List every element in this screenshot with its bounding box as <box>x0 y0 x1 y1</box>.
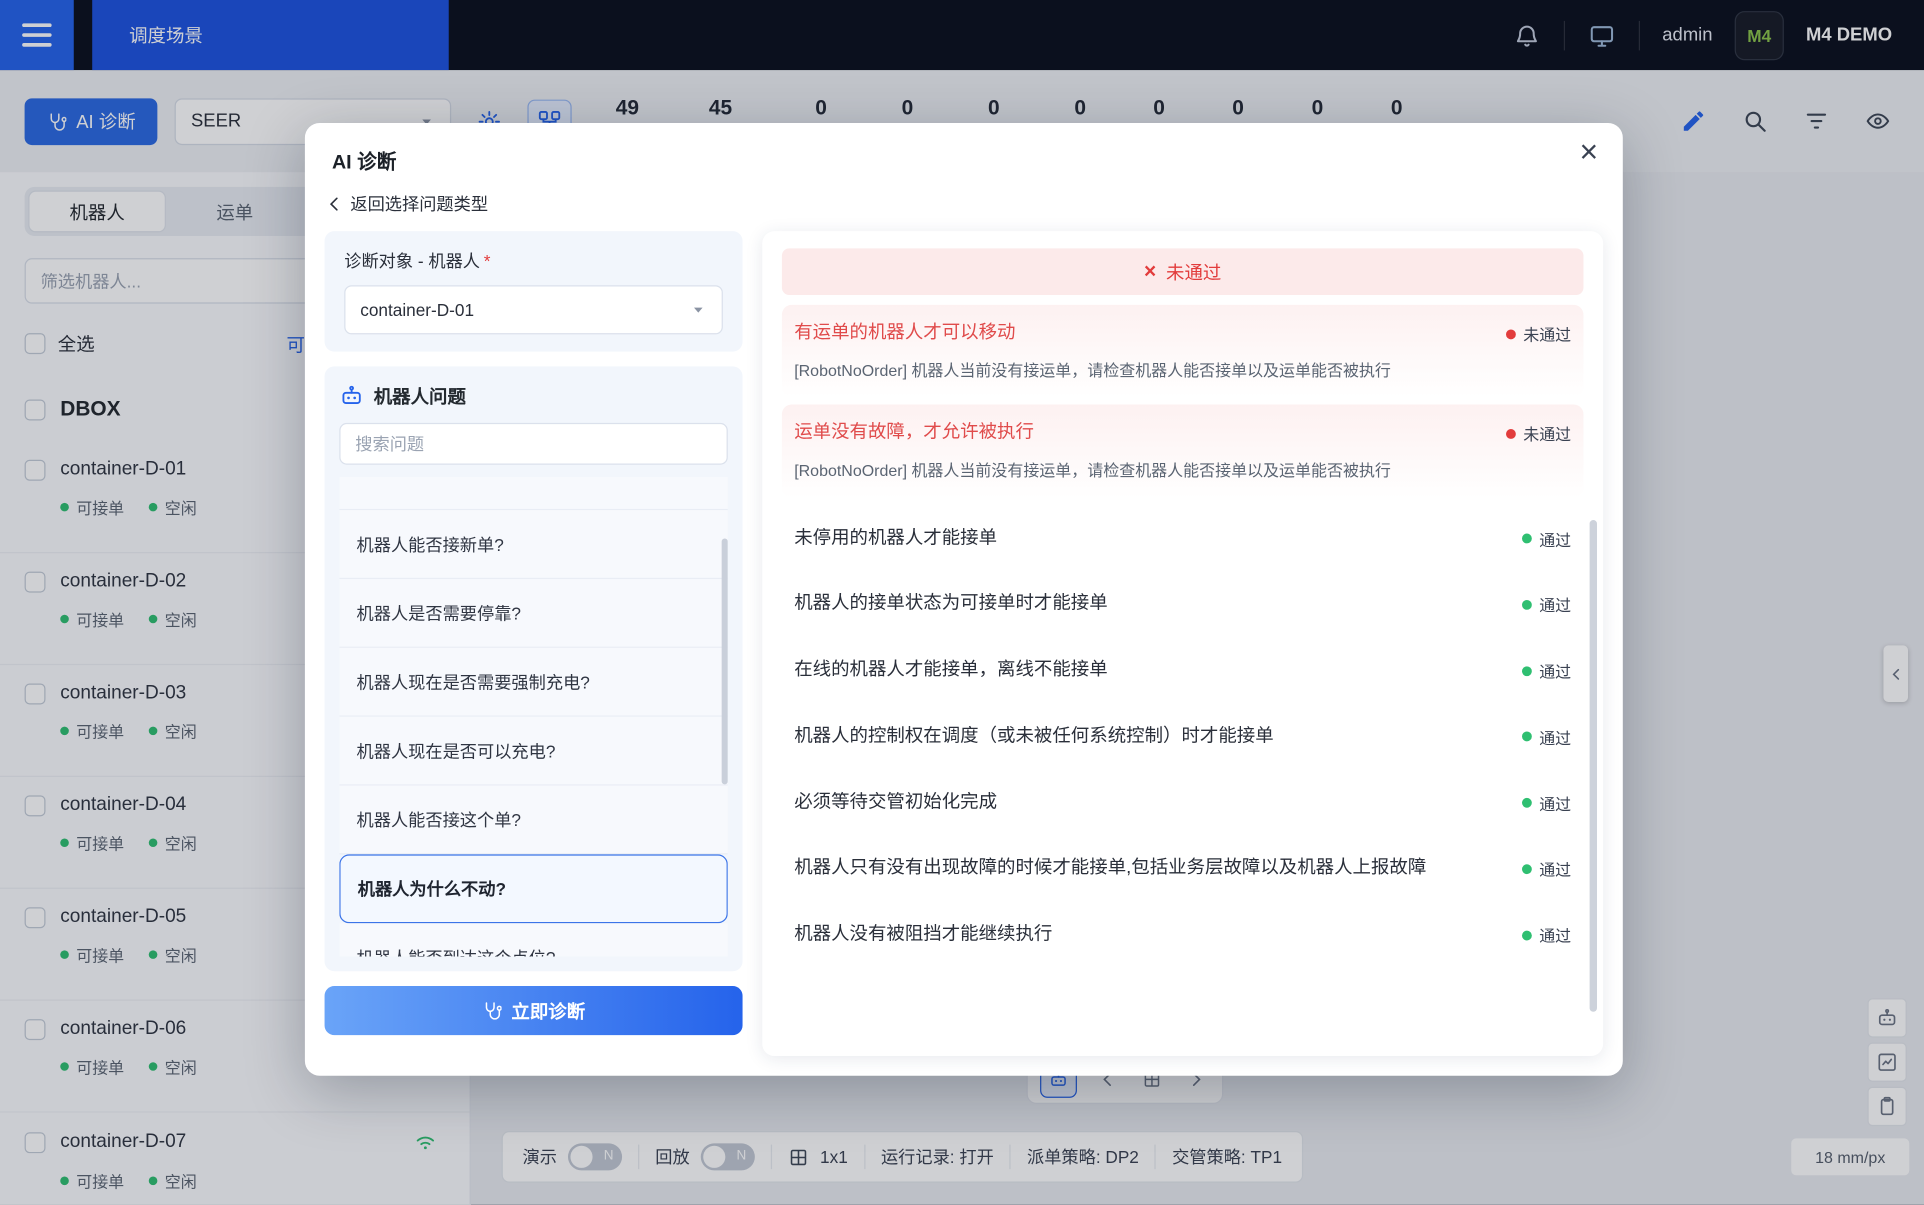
stethoscope-icon <box>485 1002 502 1020</box>
chevron-down-icon <box>690 301 707 318</box>
status-text: 通过 <box>1539 860 1572 880</box>
result-title: 必须等待交管初始化完成 <box>794 791 998 813</box>
result-status: 通过 <box>1521 791 1572 814</box>
diagnosis-result-item: 在线的机器人才能接单，离线不能接单 通过 <box>782 637 1584 703</box>
result-title: 机器人只有没有出现故障的时候才能接单,包括业务层故障以及机器人上报故障 <box>794 857 1427 879</box>
question-list-scrollbar[interactable] <box>721 538 728 785</box>
diagnosis-result-item: 运单没有故障，才允许被执行 未通过 [RobotNoOrder] 机器人当前没有… <box>781 404 1584 498</box>
close-button[interactable]: × <box>1580 135 1599 167</box>
result-banner-text: 未通过 <box>1166 262 1222 284</box>
result-title: 机器人的控制权在调度（或未被任何系统控制）时才能接单 <box>794 725 1274 746</box>
result-title: 有运单的机器人才可以移动 <box>794 322 1016 344</box>
status-text: 通过 <box>1539 794 1572 814</box>
status-text: 未通过 <box>1523 425 1572 445</box>
result-status: 未通过 <box>1505 422 1572 445</box>
diagnosis-result-item: 机器人的控制权在调度（或未被任何系统控制）时才能接单 通过 <box>782 703 1584 769</box>
result-status: 通过 <box>1521 593 1572 616</box>
result-list: 有运单的机器人才可以移动 未通过 [RobotNoOrder] 机器人当前没有接… <box>781 304 1584 967</box>
result-status: 通过 <box>1521 857 1572 880</box>
diagnose-now-label: 立即诊断 <box>511 1001 586 1023</box>
result-status: 通过 <box>1521 725 1572 748</box>
diagnosis-results-panel: × 未通过 有运单的机器人才可以移动 未通过 [RobotNoOrder] 机器… <box>762 231 1604 1057</box>
status-dot-icon <box>1505 328 1516 339</box>
status-dot-icon <box>1521 797 1532 808</box>
diagnosis-target-select[interactable]: container-D-01 <box>344 285 723 335</box>
status-dot-icon <box>1521 731 1532 742</box>
result-status: 未通过 <box>1505 322 1572 345</box>
question-item[interactable]: 机器人是否需要停靠? <box>339 579 728 648</box>
results-scrollbar[interactable] <box>1589 520 1597 1012</box>
result-title: 未停用的机器人才能接单 <box>794 526 998 548</box>
status-dot-icon <box>1521 599 1532 610</box>
target-select-value: container-D-01 <box>360 299 475 320</box>
target-label: 诊断对象 - 机器人 <box>344 250 481 271</box>
diagnosis-result-item: 机器人的接单状态为可接单时才能接单 通过 <box>782 571 1584 637</box>
question-card: 机器人问题 机器人能否接新单? 机器人是否需要停靠? 机器人现在是否需要强制充电… <box>324 366 743 972</box>
result-status: 通过 <box>1521 527 1572 550</box>
diagnosis-result-item: 有运单的机器人才可以移动 未通过 [RobotNoOrder] 机器人当前没有接… <box>781 304 1584 398</box>
back-label: 返回选择问题类型 <box>350 194 489 214</box>
status-dot-icon <box>1521 665 1532 676</box>
status-dot-icon <box>1521 533 1532 544</box>
question-list: 机器人能否接新单? 机器人是否需要停靠? 机器人现在是否需要强制充电? 机器人现… <box>339 477 728 957</box>
diagnosis-config-panel: 诊断对象 - 机器人 * container-D-01 机器人问题 搜索问题 机… <box>324 231 743 1056</box>
app-root: 调度场景 admin M4 M4 DEMO AI 诊断 SEER 49 45 0… <box>0 0 1924 1205</box>
result-detail: [RobotNoOrder] 机器人当前没有接运单，请检查机器人能否接单以及运单… <box>794 461 1391 480</box>
question-item-partial[interactable] <box>339 477 728 511</box>
status-text: 通过 <box>1539 728 1572 748</box>
question-item[interactable]: 机器人为什么不动? <box>339 854 728 924</box>
result-status: 通过 <box>1521 923 1572 946</box>
question-item[interactable]: 机器人现在是否可以充电? <box>339 716 728 786</box>
question-item[interactable]: 机器人能否接新单? <box>339 510 728 580</box>
modal-body: 诊断对象 - 机器人 * container-D-01 机器人问题 搜索问题 机… <box>324 231 1604 1057</box>
diagnosis-result-item: 机器人只有没有出现故障的时候才能接单,包括业务层故障以及机器人上报故障 通过 <box>782 835 1584 901</box>
status-text: 通过 <box>1539 926 1572 946</box>
fail-x-icon: × <box>1143 259 1157 283</box>
status-dot-icon <box>1521 863 1532 874</box>
diagnosis-result-item: 机器人没有被阻挡才能继续执行 通过 <box>782 901 1584 967</box>
chevron-left-icon <box>329 197 338 211</box>
status-dot-icon <box>1505 428 1516 439</box>
status-text: 未通过 <box>1523 325 1572 345</box>
back-button[interactable]: 返回选择问题类型 <box>325 192 489 217</box>
diagnosis-result-item: 必须等待交管初始化完成 通过 <box>782 769 1584 835</box>
result-title: 运单没有故障，才允许被执行 <box>794 421 1034 443</box>
question-item[interactable]: 机器人能否接这个单? <box>339 785 728 855</box>
question-item[interactable]: 机器人现在是否需要强制充电? <box>339 647 728 717</box>
robot-icon <box>342 385 361 404</box>
result-title: 机器人的接单状态为可接单时才能接单 <box>794 592 1108 614</box>
result-banner: × 未通过 <box>781 248 1584 296</box>
diagnose-now-button[interactable]: 立即诊断 <box>324 985 743 1036</box>
target-card: 诊断对象 - 机器人 * container-D-01 <box>324 231 743 352</box>
result-detail: [RobotNoOrder] 机器人当前没有接运单，请检查机器人能否接单以及运单… <box>794 361 1391 380</box>
result-status: 通过 <box>1521 659 1572 682</box>
question-section-title: 机器人问题 <box>373 386 466 408</box>
question-item[interactable]: 机器人能否到达这个点位? <box>339 923 728 957</box>
required-mark: * <box>483 250 491 271</box>
modal-title: AI 诊断 <box>331 152 397 174</box>
diagnosis-result-item: 未停用的机器人才能接单 通过 <box>782 505 1584 571</box>
question-search-input[interactable] <box>339 422 728 465</box>
ai-diagnosis-modal: AI 诊断 × 返回选择问题类型 诊断对象 - 机器人 * container-D… <box>304 122 1623 1076</box>
status-text: 通过 <box>1539 596 1572 616</box>
status-text: 通过 <box>1539 530 1572 549</box>
status-dot-icon <box>1521 930 1532 940</box>
result-title: 机器人没有被阻挡才能继续执行 <box>794 923 1053 945</box>
result-title: 在线的机器人才能接单，离线不能接单 <box>794 658 1108 680</box>
status-text: 通过 <box>1539 662 1572 682</box>
